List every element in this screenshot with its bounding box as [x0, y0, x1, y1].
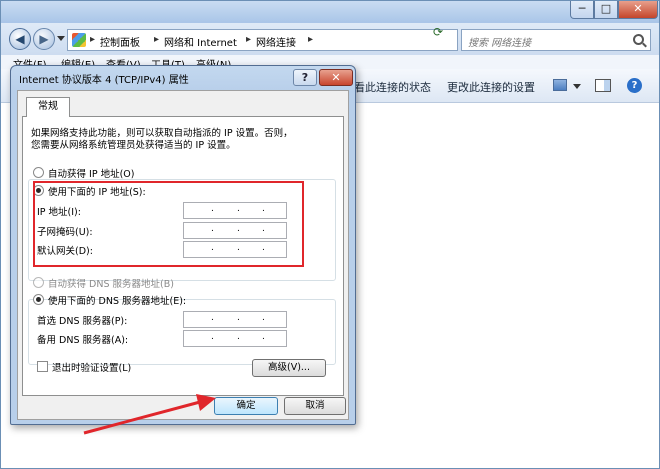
annotation-arrow: [83, 394, 216, 435]
tab-general[interactable]: 常规: [26, 97, 70, 117]
